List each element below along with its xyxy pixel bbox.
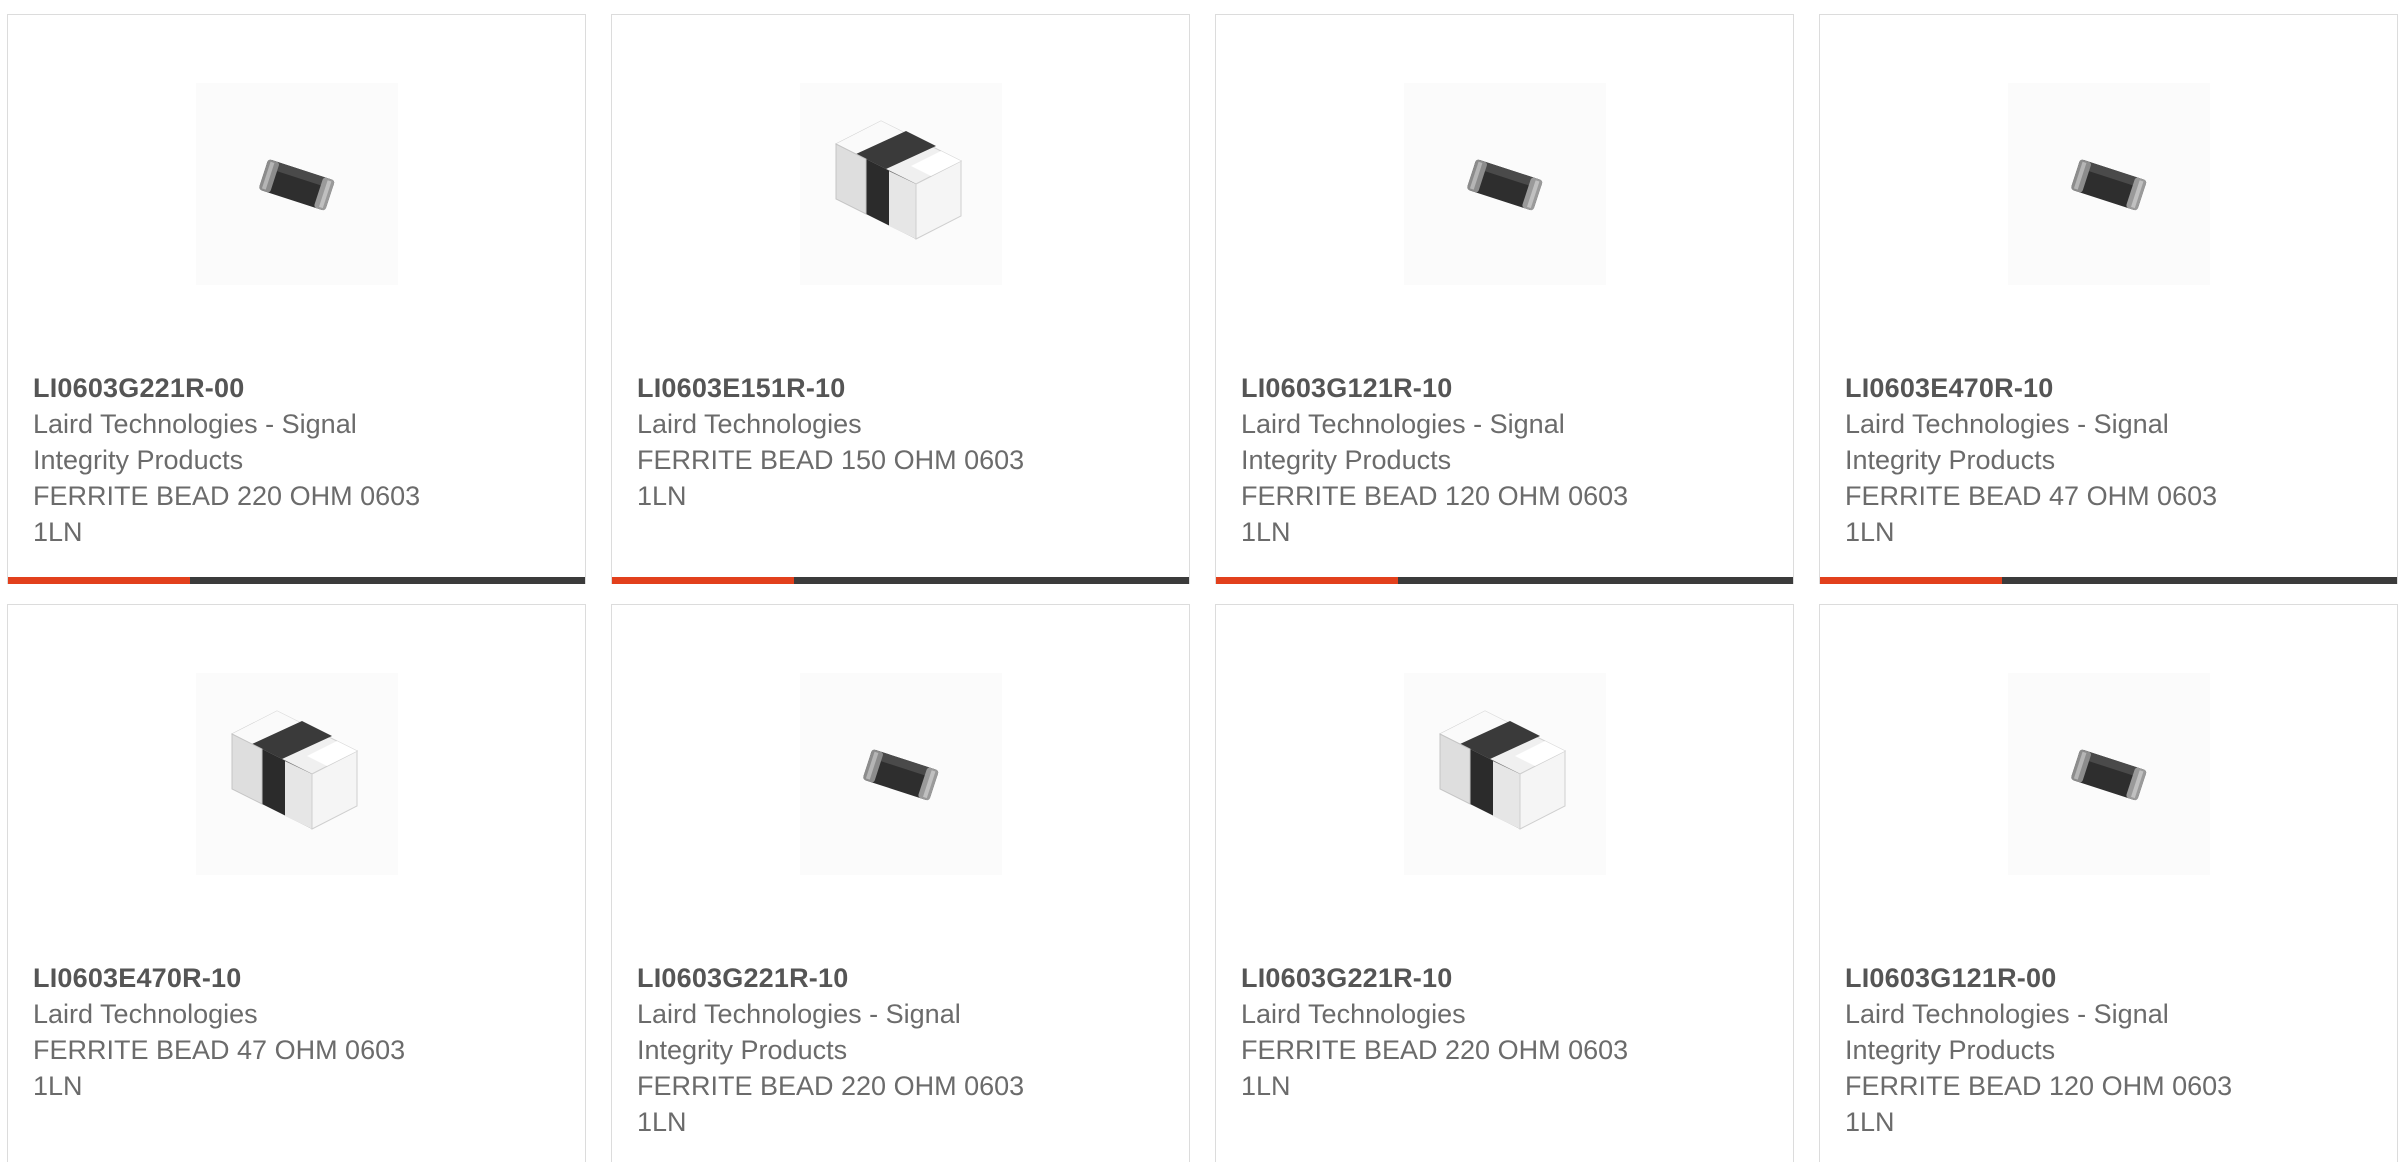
- card-footer-bar: [1820, 577, 2397, 584]
- product-info: LI0603G121R-10 Laird Technologies - Signa…: [1241, 370, 1773, 550]
- description-label: FERRITE BEAD 220 OHM 0603 1LN: [1241, 1035, 1629, 1101]
- product-info: LI0603E470R-10 Laird Technologies FERRITE …: [33, 960, 565, 1104]
- smd-ferrite-bead-small-icon[interactable]: [195, 83, 398, 285]
- product-card[interactable]: LI0603E470R-10 Laird Technologies FERRITE …: [7, 604, 586, 1162]
- product-info: LI0603E151R-10 Laird Technologies FERRITE …: [637, 370, 1169, 514]
- description-label: FERRITE BEAD 120 OHM 0603 1LN: [1845, 1071, 2233, 1137]
- part-number-link[interactable]: LI0603E151R-10: [637, 370, 1169, 406]
- manufacturer-label: Laird Technologies: [1241, 999, 1466, 1029]
- smd-ferrite-bead-small-icon[interactable]: [2007, 673, 2210, 875]
- card-footer-bar: [1216, 577, 1793, 584]
- part-number-link[interactable]: LI0603G221R-00: [33, 370, 565, 406]
- smd-ferrite-bead-large-icon[interactable]: [1403, 673, 1606, 875]
- card-footer-bar: [612, 577, 1189, 584]
- smd-ferrite-bead-large-icon[interactable]: [195, 673, 398, 875]
- product-card[interactable]: LI0603G221R-00 Laird Technologies - Signa…: [7, 14, 586, 584]
- part-number-link[interactable]: LI0603G121R-10: [1241, 370, 1773, 406]
- description-label: FERRITE BEAD 47 OHM 0603 1LN: [33, 1035, 406, 1101]
- card-footer-bar: [8, 577, 585, 584]
- description-label: FERRITE BEAD 47 OHM 0603 1LN: [1845, 481, 2218, 547]
- part-number-link[interactable]: LI0603G221R-10: [1241, 960, 1773, 996]
- part-number-link[interactable]: LI0603G221R-10: [637, 960, 1169, 996]
- manufacturer-label: Laird Technologies - Signal Integrity Pr…: [1845, 409, 2169, 475]
- description-label: FERRITE BEAD 150 OHM 0603 1LN: [637, 445, 1025, 511]
- product-info: LI0603G221R-10 Laird Technologies - Signa…: [637, 960, 1169, 1140]
- product-info: LI0603E470R-10 Laird Technologies - Signa…: [1845, 370, 2377, 550]
- product-card[interactable]: LI0603G221R-10 Laird Technologies FERRITE …: [1215, 604, 1794, 1162]
- manufacturer-label: Laird Technologies - Signal Integrity Pr…: [1845, 999, 2169, 1065]
- description-label: FERRITE BEAD 220 OHM 0603 1LN: [33, 481, 421, 547]
- product-card[interactable]: LI0603G121R-00 Laird Technologies - Signa…: [1819, 604, 2398, 1162]
- manufacturer-label: Laird Technologies - Signal Integrity Pr…: [1241, 409, 1565, 475]
- card-footer-accent: [612, 577, 794, 584]
- part-number-link[interactable]: LI0603E470R-10: [1845, 370, 2377, 406]
- product-info: LI0603G221R-00 Laird Technologies - Signa…: [33, 370, 565, 550]
- part-number-link[interactable]: LI0603E470R-10: [33, 960, 565, 996]
- description-label: FERRITE BEAD 120 OHM 0603 1LN: [1241, 481, 1629, 547]
- product-grid: LI0603G221R-00 Laird Technologies - Signa…: [0, 0, 2400, 1162]
- product-card[interactable]: LI0603G121R-10 Laird Technologies - Signa…: [1215, 14, 1794, 584]
- smd-ferrite-bead-large-icon[interactable]: [799, 83, 1002, 285]
- manufacturer-label: Laird Technologies - Signal Integrity Pr…: [637, 999, 961, 1065]
- manufacturer-label: Laird Technologies - Signal Integrity Pr…: [33, 409, 357, 475]
- product-card[interactable]: LI0603E470R-10 Laird Technologies - Signa…: [1819, 14, 2398, 584]
- manufacturer-label: Laird Technologies: [637, 409, 862, 439]
- product-card[interactable]: LI0603E151R-10 Laird Technologies FERRITE …: [611, 14, 1190, 584]
- part-number-link[interactable]: LI0603G121R-00: [1845, 960, 2377, 996]
- smd-ferrite-bead-small-icon[interactable]: [2007, 83, 2210, 285]
- card-footer-accent: [1820, 577, 2002, 584]
- product-info: LI0603G221R-10 Laird Technologies FERRITE …: [1241, 960, 1773, 1104]
- card-footer-accent: [8, 577, 190, 584]
- description-label: FERRITE BEAD 220 OHM 0603 1LN: [637, 1071, 1025, 1137]
- card-footer-accent: [1216, 577, 1398, 584]
- product-card[interactable]: LI0603G221R-10 Laird Technologies - Signa…: [611, 604, 1190, 1162]
- smd-ferrite-bead-small-icon[interactable]: [799, 673, 1002, 875]
- manufacturer-label: Laird Technologies: [33, 999, 258, 1029]
- smd-ferrite-bead-small-icon[interactable]: [1403, 83, 1606, 285]
- product-info: LI0603G121R-00 Laird Technologies - Signa…: [1845, 960, 2377, 1140]
